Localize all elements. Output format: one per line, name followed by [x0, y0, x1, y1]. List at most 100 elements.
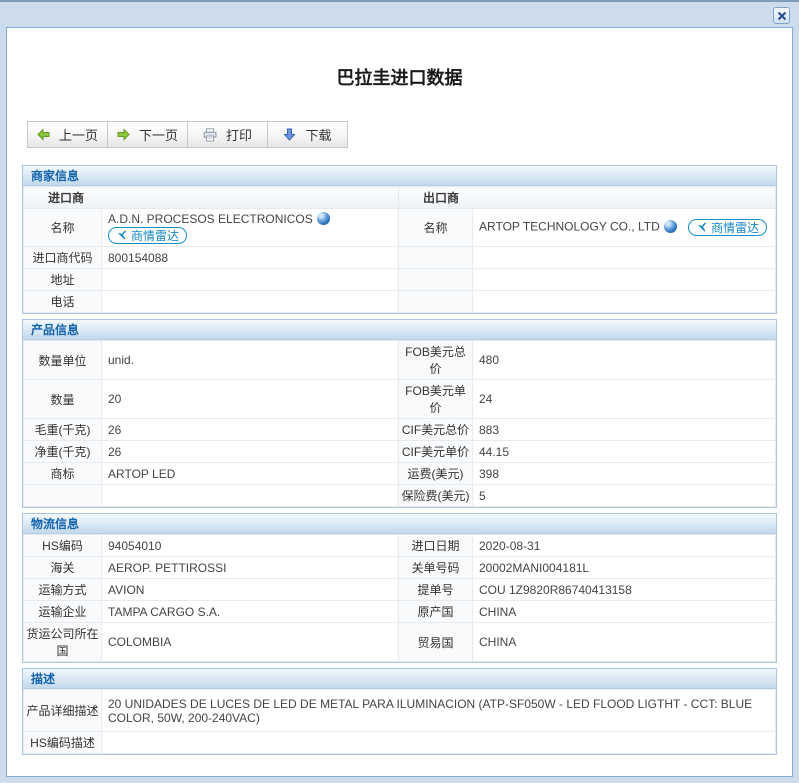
exporter-name-cell: ARTOP TECHNOLOGY CO., LTD 商情雷达: [473, 209, 776, 247]
description-section-title: 描述: [23, 669, 776, 689]
arrow-right-icon: [117, 128, 130, 141]
field-label: [399, 247, 473, 269]
satellite-dish-icon: [696, 222, 708, 234]
field-value: 26: [102, 441, 399, 463]
prev-page-label: 上一页: [59, 125, 98, 144]
arrow-left-icon: [37, 128, 50, 141]
field-value: 398: [473, 463, 776, 485]
dialog-top-border: [0, 0, 799, 2]
radar-badge[interactable]: 商情雷达: [688, 219, 767, 236]
print-button[interactable]: 打印: [187, 121, 268, 148]
field-label: CIF美元单价: [399, 441, 473, 463]
field-label: HS编码描述: [24, 732, 102, 754]
merchant-section-title: 商家信息: [23, 166, 776, 186]
download-label: 下载: [305, 125, 331, 144]
radar-badge-label: 商情雷达: [711, 219, 759, 236]
page-title: 巴拉圭进口数据: [7, 64, 792, 90]
field-value: 20: [102, 380, 399, 419]
dialog-content: 巴拉圭进口数据 上一页 下一页: [6, 27, 793, 777]
importer-header: 进口商: [24, 187, 399, 209]
field-label: 进口商代码: [24, 247, 102, 269]
prev-page-button[interactable]: 上一页: [27, 121, 108, 148]
field-label: CIF美元总价: [399, 419, 473, 441]
field-value: 94054010: [102, 535, 399, 557]
dialog: 巴拉圭进口数据 上一页 下一页: [0, 0, 799, 2]
field-label: 原产国: [399, 601, 473, 623]
field-label: HS编码: [24, 535, 102, 557]
field-label: [24, 485, 102, 507]
field-value: 26: [102, 419, 399, 441]
print-label: 打印: [226, 125, 252, 144]
section-merchant-info: 商家信息 进口商 出口商 名称 A.D.N. PROCESOS ELECTRON…: [22, 165, 777, 314]
section-product-info: 产品信息 数量单位 unid. FOB美元总价 480 数量 20 FOB美元单…: [22, 319, 777, 508]
field-label: 净重(千克): [24, 441, 102, 463]
download-icon: [283, 128, 296, 141]
field-value: CHINA: [473, 623, 776, 662]
download-button[interactable]: 下载: [267, 121, 348, 148]
radar-badge-label: 商情雷达: [131, 227, 179, 244]
field-value: 20 UNIDADES DE LUCES DE LED DE METAL PAR…: [102, 690, 776, 732]
field-value: [102, 732, 776, 754]
globe-icon[interactable]: [664, 220, 677, 233]
field-value: 800154088: [102, 247, 399, 269]
field-value: 44.15: [473, 441, 776, 463]
field-value: 2020-08-31: [473, 535, 776, 557]
importer-name-cell: A.D.N. PROCESOS ELECTRONICOS 商情雷达: [102, 209, 399, 247]
field-label: FOB美元单价: [399, 380, 473, 419]
field-label: 关单号码: [399, 557, 473, 579]
field-label: 产品详细描述: [24, 690, 102, 732]
field-label: 保险费(美元): [399, 485, 473, 507]
field-label: [399, 291, 473, 313]
exporter-header: 出口商: [399, 187, 776, 209]
field-label: 名称: [399, 209, 473, 247]
field-label: 海关: [24, 557, 102, 579]
field-value: [102, 485, 399, 507]
description-table: 产品详细描述 20 UNIDADES DE LUCES DE LED DE ME…: [23, 689, 776, 754]
field-value: AVION: [102, 579, 399, 601]
field-label: 贸易国: [399, 623, 473, 662]
field-label: 数量: [24, 380, 102, 419]
field-label: 商标: [24, 463, 102, 485]
next-page-label: 下一页: [139, 125, 178, 144]
merchant-table: 进口商 出口商 名称 A.D.N. PROCESOS ELECTRONICOS: [23, 186, 776, 313]
field-label: 运输方式: [24, 579, 102, 601]
product-section-title: 产品信息: [23, 320, 776, 340]
field-label: 数量单位: [24, 341, 102, 380]
globe-icon[interactable]: [317, 212, 330, 225]
field-value: [473, 247, 776, 269]
field-label: 名称: [24, 209, 102, 247]
logistics-table: HS编码 94054010 进口日期 2020-08-31 海关 AEROP. …: [23, 534, 776, 662]
toolbar: 上一页 下一页 打印 下载: [27, 121, 792, 148]
field-value: TAMPA CARGO S.A.: [102, 601, 399, 623]
exporter-name: ARTOP TECHNOLOGY CO., LTD: [479, 220, 660, 234]
close-icon: [777, 11, 787, 21]
field-value: COU 1Z9820R86740413158: [473, 579, 776, 601]
field-label: 运费(美元): [399, 463, 473, 485]
importer-name: A.D.N. PROCESOS ELECTRONICOS: [108, 212, 313, 226]
field-value: AEROP. PETTIROSSI: [102, 557, 399, 579]
close-button[interactable]: [773, 7, 790, 24]
field-label: 毛重(千克): [24, 419, 102, 441]
field-label: 货运公司所在国: [24, 623, 102, 662]
logistics-section-title: 物流信息: [23, 514, 776, 534]
next-page-button[interactable]: 下一页: [107, 121, 188, 148]
field-label: 电话: [24, 291, 102, 313]
field-value: COLOMBIA: [102, 623, 399, 662]
product-table: 数量单位 unid. FOB美元总价 480 数量 20 FOB美元单价 24 …: [23, 340, 776, 507]
printer-icon: [203, 128, 217, 142]
field-label: [399, 269, 473, 291]
field-value: 480: [473, 341, 776, 380]
field-label: 运输企业: [24, 601, 102, 623]
section-description: 描述 产品详细描述 20 UNIDADES DE LUCES DE LED DE…: [22, 668, 777, 755]
field-label: FOB美元总价: [399, 341, 473, 380]
field-value: 20002MANI004181L: [473, 557, 776, 579]
field-label: 进口日期: [399, 535, 473, 557]
field-value: 883: [473, 419, 776, 441]
radar-badge[interactable]: 商情雷达: [108, 227, 187, 244]
satellite-dish-icon: [116, 230, 128, 242]
field-value: unid.: [102, 341, 399, 380]
field-value: ARTOP LED: [102, 463, 399, 485]
field-value: CHINA: [473, 601, 776, 623]
field-value: [473, 291, 776, 313]
field-value: [473, 269, 776, 291]
